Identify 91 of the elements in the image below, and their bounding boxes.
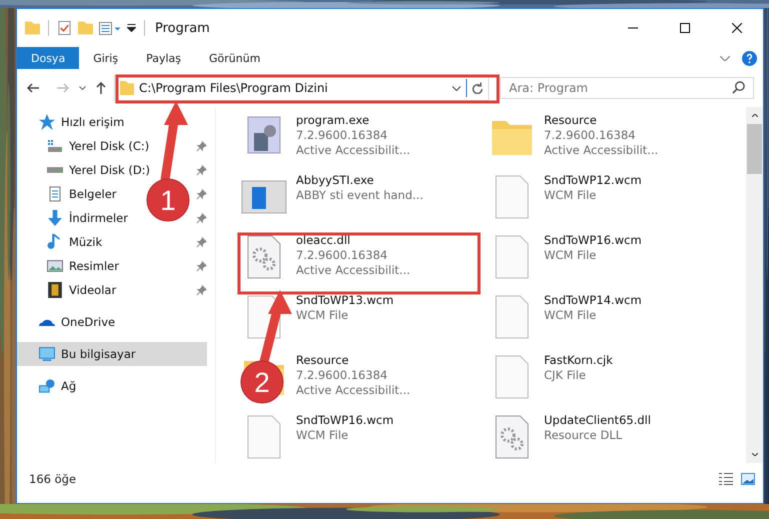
sidebar-item[interactable]: Resimler	[17, 254, 119, 278]
file-detail: 7.2.9600.16384	[544, 128, 636, 143]
ribbon-tab[interactable]: Dosya	[17, 47, 80, 69]
sidebar-item[interactable]: İndirmeler	[17, 206, 128, 230]
file-detail: Active Accessibilit...	[296, 383, 410, 398]
sidebar-item[interactable]: Müzik	[17, 230, 102, 254]
file-name[interactable]: UpdateClient65.dll	[544, 413, 651, 428]
forward-arrow-icon[interactable]	[56, 83, 69, 93]
pin-icon[interactable]	[196, 164, 207, 176]
up-arrow-icon[interactable]	[96, 82, 106, 94]
file-detail: Resource DLL	[544, 428, 624, 443]
pin-icon[interactable]	[196, 212, 207, 224]
step-number: 1	[160, 185, 176, 216]
file-detail: WCM File	[544, 188, 598, 203]
minimize-icon	[628, 27, 638, 29]
checklist-icon[interactable]	[57, 21, 72, 35]
sidebar-item[interactable]: Bu bilgisayar	[17, 342, 207, 366]
pin-icon[interactable]	[196, 188, 207, 200]
refresh-icon[interactable]	[472, 82, 483, 94]
file-name[interactable]: SndToWP16.wcm	[544, 233, 642, 248]
back-arrow-icon[interactable]	[27, 83, 40, 93]
step-number: 2	[254, 367, 270, 398]
file-name[interactable]: AbbyySTI.exe	[296, 173, 424, 188]
file-name[interactable]: Resource	[296, 353, 410, 368]
drive-icon	[47, 167, 63, 173]
file-detail: WCM File	[296, 308, 350, 323]
address-path: C:\Program Files\Program Dizini	[139, 81, 328, 95]
file-detail: WCM File	[544, 248, 598, 263]
scrollbar-thumb[interactable]	[747, 124, 762, 174]
sidebar-item[interactable]: Hızlı erişim	[17, 110, 124, 134]
pin-icon[interactable]	[196, 284, 207, 296]
file-detail: 7.2.9600.16384	[296, 128, 388, 143]
number-badge	[240, 360, 284, 404]
down-arrow-icon	[47, 210, 63, 226]
item-count: 166 öğe	[29, 472, 76, 486]
sidebar-item[interactable]: Yerel Disk (C:)	[17, 134, 150, 158]
document-icon	[47, 186, 63, 202]
file-detail: WCM File	[544, 308, 598, 323]
file-name[interactable]: oleacc.dll	[296, 233, 410, 248]
pin-icon[interactable]	[196, 140, 207, 152]
caret-icon[interactable]	[79, 86, 86, 90]
network-icon	[39, 378, 55, 394]
pin-icon[interactable]	[196, 236, 207, 248]
file-detail: WCM File	[296, 428, 350, 443]
music-note-icon	[47, 234, 63, 250]
ribbon-tab[interactable]: Görünüm	[195, 47, 274, 69]
help-icon[interactable]	[742, 50, 757, 66]
image-icon	[47, 258, 63, 274]
drive-icon	[47, 138, 63, 154]
window-title: Program	[155, 20, 210, 36]
file-name[interactable]: SndToWP14.wcm	[544, 293, 642, 308]
scroll-down-icon[interactable]	[752, 453, 758, 456]
file-name[interactable]: SndToWP16.wcm	[296, 413, 394, 428]
address-bar[interactable]: C:\Program Files\Program Dizini	[114, 75, 489, 101]
dropdown-icon[interactable]	[127, 24, 136, 32]
scroll-up-icon[interactable]	[752, 114, 758, 117]
ribbon-tab[interactable]: Paylaş	[132, 47, 195, 69]
large-icons-view-icon[interactable]	[741, 473, 755, 485]
sidebar-item[interactable]: Yerel Disk (D:)	[17, 158, 150, 182]
star-icon	[39, 114, 55, 130]
scrollbar[interactable]	[746, 107, 763, 463]
file-detail: Active Accessibilit...	[544, 143, 658, 158]
folder-icon	[120, 81, 134, 95]
cloud-icon	[39, 318, 55, 326]
number-badge	[146, 178, 190, 222]
file-detail: 7.2.9600.16384	[296, 368, 388, 383]
file-name[interactable]: SndToWP12.wcm	[544, 173, 642, 188]
file-name[interactable]: Resource	[544, 113, 658, 128]
file-name[interactable]: FastKorn.cjk	[544, 353, 613, 368]
sidebar-item[interactable]: OneDrive	[17, 310, 116, 334]
pin-icon[interactable]	[196, 260, 207, 272]
sidebar-item[interactable]: Videolar	[17, 278, 116, 302]
file-detail: Active Accessibilit...	[296, 143, 410, 158]
file-detail: CJK File	[544, 368, 587, 383]
details-view-icon[interactable]	[719, 473, 733, 485]
sidebar-item[interactable]: Ağ	[17, 374, 76, 398]
file-detail: ABBY sti event hand...	[296, 188, 424, 203]
file-name[interactable]: SndToWP13.wcm	[296, 293, 394, 308]
file-name[interactable]: program.exe	[296, 113, 410, 128]
search-field[interactable]: Ara: Program	[500, 77, 754, 99]
ribbon-tab[interactable]: Giriş	[79, 47, 132, 69]
file-detail: 7.2.9600.16384	[296, 248, 388, 263]
film-icon	[47, 282, 63, 298]
maximize-icon	[680, 23, 690, 33]
search-icon	[732, 81, 745, 94]
chevron-icon[interactable]	[452, 86, 461, 90]
sidebar-item[interactable]: Belgeler	[17, 182, 117, 206]
file-detail: Active Accessibilit...	[296, 263, 410, 278]
properties-icon[interactable]	[99, 22, 121, 34]
monitor-icon	[39, 346, 55, 362]
close-icon	[732, 23, 742, 33]
